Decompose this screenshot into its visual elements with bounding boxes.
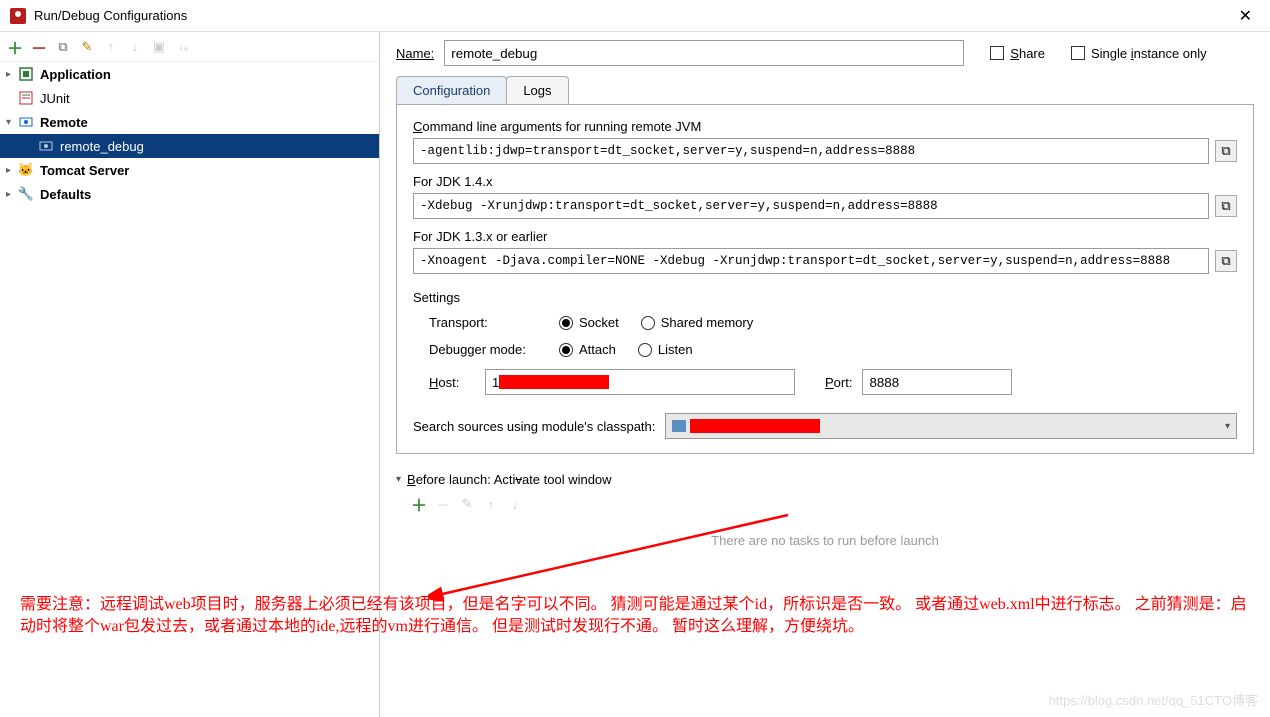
watermark: https://blog.csdn.net/qq_51CTO博客	[1049, 690, 1258, 709]
radio-icon	[638, 343, 652, 357]
remote-config-icon	[38, 138, 54, 154]
name-label: Name:	[396, 46, 434, 61]
wrench-icon: 🔧	[18, 186, 34, 202]
sort-icon[interactable]: ↓ₐ	[174, 38, 192, 56]
host-label: Host:	[429, 375, 475, 390]
chevron-right-icon: ▸	[6, 165, 18, 176]
tree-label: JUnit	[40, 91, 70, 106]
chevron-down-icon: ▾	[1225, 421, 1230, 432]
annotation-text: 需要注意：远程调试web项目时，服务器上必须已经有该项目，但是名字可以不同。 猜…	[20, 594, 1250, 638]
debugger-attach-radio[interactable]: Attach	[559, 342, 616, 357]
junit-icon	[18, 90, 34, 106]
jdk14-label: For JDK 1.4.x	[413, 174, 1237, 189]
chevron-down-icon: ▾	[396, 474, 401, 485]
redacted-module	[690, 419, 820, 433]
edit-defaults-button[interactable]: ✎	[78, 38, 96, 56]
remote-icon	[18, 114, 34, 130]
chevron-down-icon: ▾	[6, 117, 18, 128]
port-label: Port:	[825, 375, 852, 390]
sidebar-toolbar: ＋ － ⧉ ✎ ↑ ↓ ▣ ↓ₐ	[0, 32, 379, 62]
cmdline-input[interactable]	[413, 138, 1209, 164]
copy-button[interactable]: ⧉	[1215, 250, 1237, 272]
tree-item-tomcat[interactable]: ▸ 🐱 Tomcat Server	[0, 158, 379, 182]
copy-button[interactable]: ⧉	[1215, 140, 1237, 162]
redacted-host	[499, 375, 609, 389]
single-instance-checkbox[interactable]: Single instance only	[1071, 46, 1207, 61]
jdk13-label: For JDK 1.3.x or earlier	[413, 229, 1237, 244]
move-up-task-button[interactable]: ↑	[482, 495, 500, 513]
transport-socket-radio[interactable]: Socket	[559, 315, 619, 330]
tree-label: Remote	[40, 115, 88, 130]
tree-label: Defaults	[40, 187, 91, 202]
tabs: Configuration Logs	[396, 76, 1254, 105]
titlebar: Run/Debug Configurations ✕	[0, 0, 1270, 32]
folder-icon	[672, 420, 686, 432]
move-down-task-button[interactable]: ↓	[506, 495, 524, 513]
tree-label: remote_debug	[60, 139, 144, 154]
jdk13-input[interactable]	[413, 248, 1209, 274]
jdk14-input[interactable]	[413, 193, 1209, 219]
before-launch-label: Before launch: Activate tool window	[407, 472, 612, 487]
remove-task-button[interactable]: －	[434, 495, 452, 513]
copy-config-button[interactable]: ⧉	[54, 38, 72, 56]
tab-logs[interactable]: Logs	[506, 76, 568, 104]
configuration-panel: Command line arguments for running remot…	[396, 105, 1254, 454]
tree-item-remote-debug[interactable]: remote_debug	[0, 134, 379, 158]
copy-button[interactable]: ⧉	[1215, 195, 1237, 217]
checkbox-icon	[1071, 46, 1085, 60]
tree-item-defaults[interactable]: ▸ 🔧 Defaults	[0, 182, 379, 206]
checkbox-icon	[990, 46, 1004, 60]
cmdline-label: Command line arguments for running remot…	[413, 119, 1237, 134]
folder-icon[interactable]: ▣	[150, 38, 168, 56]
move-up-button[interactable]: ↑	[102, 38, 120, 56]
tree-item-application[interactable]: ▸ Application	[0, 62, 379, 86]
app-icon	[10, 8, 26, 24]
host-input[interactable]: 1	[485, 369, 795, 395]
transport-shared-memory-radio[interactable]: Shared memory	[641, 315, 753, 330]
tree-label: Application	[40, 67, 111, 82]
before-launch-section[interactable]: ▾ Before launch: Activate tool window	[396, 472, 1254, 487]
chevron-right-icon: ▸	[6, 189, 18, 200]
name-input[interactable]	[444, 40, 964, 66]
add-config-button[interactable]: ＋	[6, 38, 24, 56]
before-launch-empty: There are no tasks to run before launch	[396, 533, 1254, 548]
share-checkbox[interactable]: Share	[990, 46, 1045, 61]
close-icon[interactable]: ✕	[1231, 2, 1260, 30]
port-input[interactable]	[862, 369, 1012, 395]
remove-config-button[interactable]: －	[30, 38, 48, 56]
add-task-button[interactable]: ＋	[410, 495, 428, 513]
tree-item-junit[interactable]: JUnit	[0, 86, 379, 110]
radio-icon	[559, 343, 573, 357]
tab-configuration[interactable]: Configuration	[396, 76, 507, 104]
window-title: Run/Debug Configurations	[34, 8, 1231, 23]
radio-icon	[641, 316, 655, 330]
search-sources-label: Search sources using module's classpath:	[413, 419, 655, 434]
tree-label: Tomcat Server	[40, 163, 129, 178]
module-classpath-combo[interactable]: ▾	[665, 413, 1237, 439]
settings-label: Settings	[413, 290, 1237, 305]
debugger-listen-radio[interactable]: Listen	[638, 342, 693, 357]
radio-icon	[559, 316, 573, 330]
move-down-button[interactable]: ↓	[126, 38, 144, 56]
tree-item-remote[interactable]: ▾ Remote	[0, 110, 379, 134]
edit-task-button[interactable]: ✎	[458, 495, 476, 513]
chevron-right-icon: ▸	[6, 69, 18, 80]
tomcat-icon: 🐱	[18, 162, 34, 178]
transport-label: Transport:	[429, 315, 559, 330]
debugger-mode-label: Debugger mode:	[429, 342, 559, 357]
application-icon	[18, 66, 34, 82]
